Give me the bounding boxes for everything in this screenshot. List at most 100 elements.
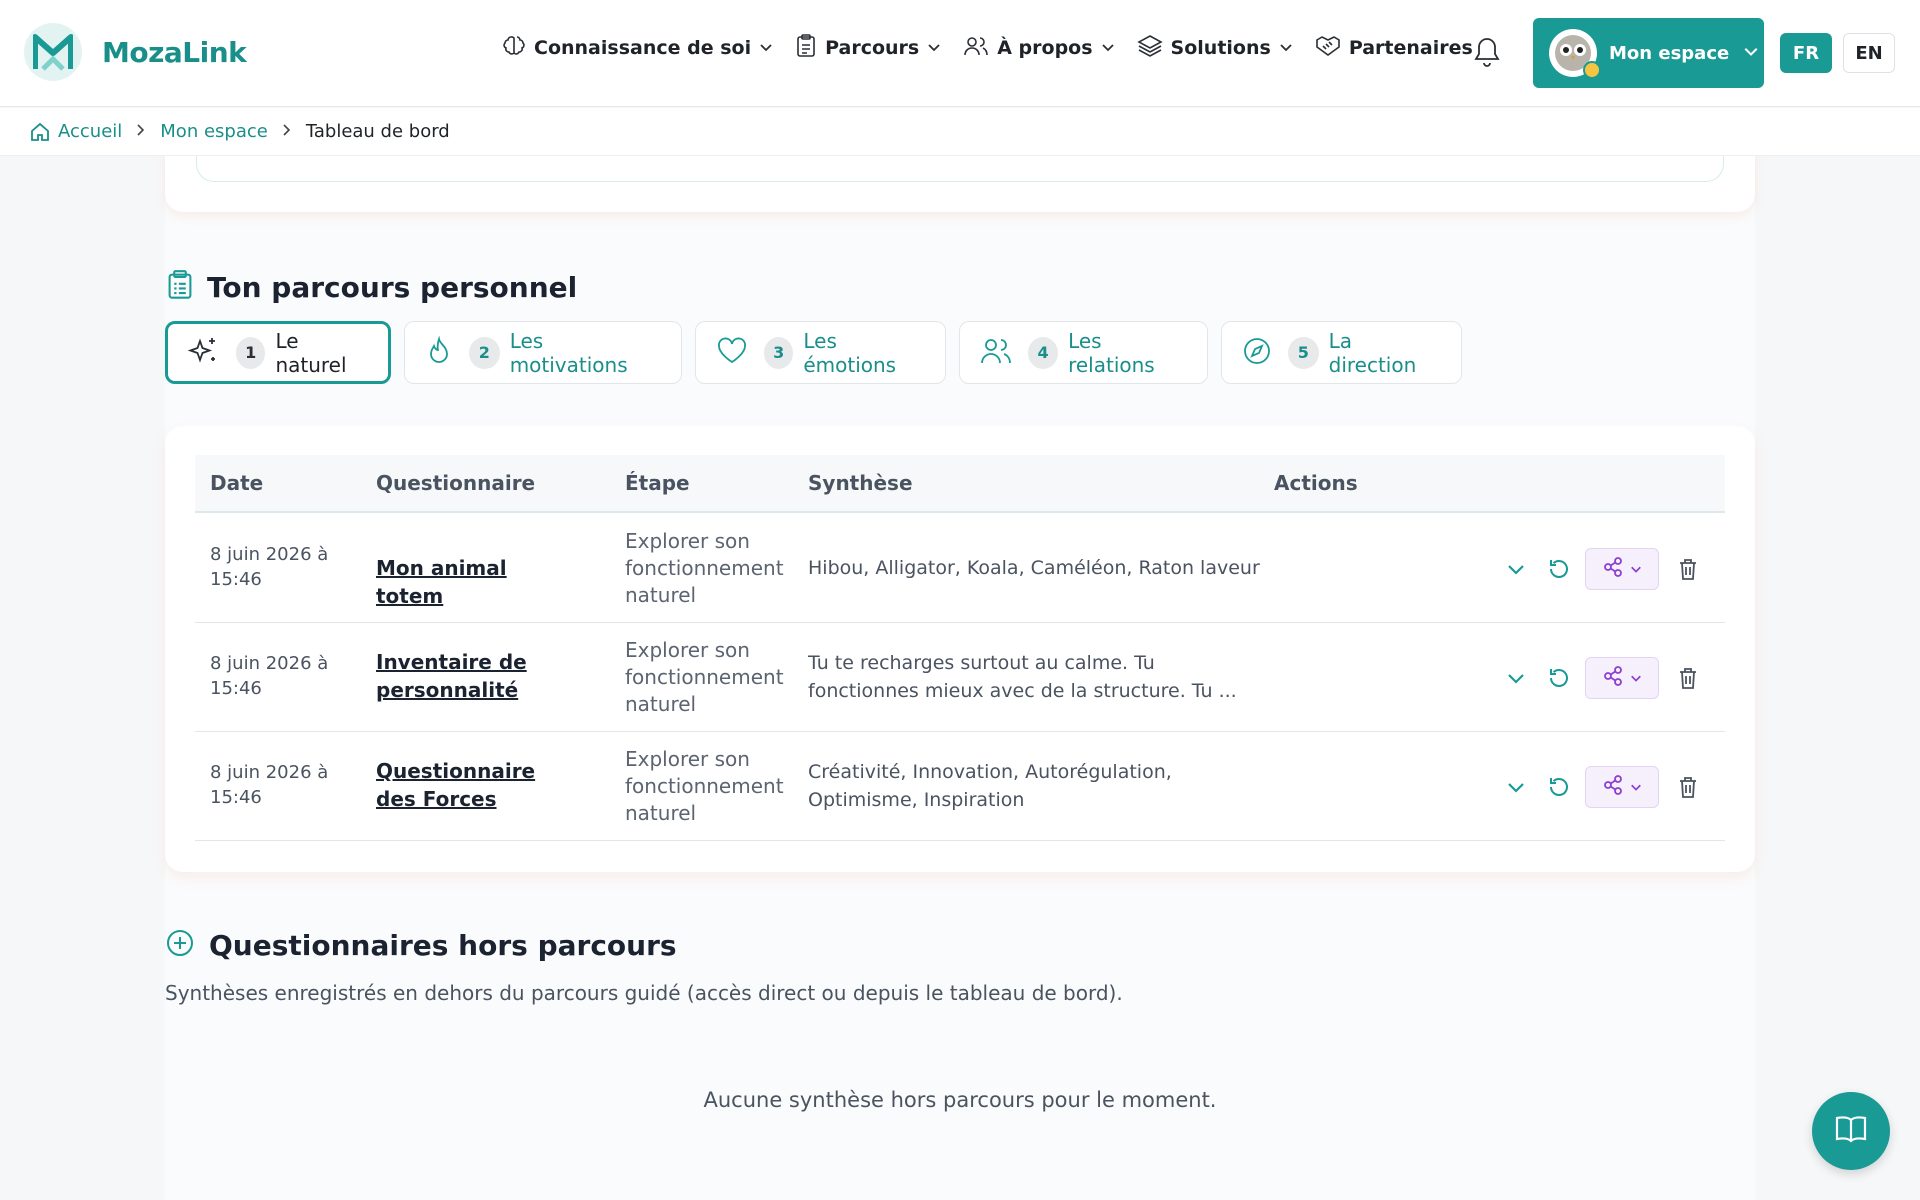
brand-logo[interactable]: MozaLink: [24, 23, 247, 81]
handshake-icon: [1315, 34, 1341, 62]
retake-icon[interactable]: [1547, 666, 1571, 690]
journey-section-title: Ton parcours personnel: [167, 270, 577, 304]
nav-connaissance-de-soi[interactable]: Connaissance de soi: [502, 34, 773, 62]
book-open-icon: [1834, 1114, 1868, 1148]
layers-icon: [1136, 34, 1163, 62]
tab-la-direction[interactable]: 5 La direction: [1221, 321, 1462, 384]
column-header-questionnaire: Questionnaire: [376, 471, 536, 495]
breadcrumb-current: Tableau de bord: [305, 121, 450, 142]
row-date: 8 juin 2026 à 15:46: [210, 653, 329, 699]
expand-chevron-icon[interactable]: [1505, 776, 1527, 798]
nav-label: Connaissance de soi: [534, 37, 752, 59]
expand-chevron-icon[interactable]: [1505, 667, 1527, 689]
top-header: MozaLink Connaissance de soi Parcours À …: [0, 0, 1920, 107]
tab-label: Les émotions: [803, 328, 897, 377]
chevron-down-icon: [1101, 39, 1115, 58]
breadcrumb-home-link[interactable]: Accueil: [58, 121, 122, 142]
trash-icon[interactable]: [1677, 775, 1699, 799]
nav-label: Parcours: [825, 37, 920, 59]
retake-icon[interactable]: [1547, 557, 1571, 581]
nav-label: À propos: [997, 37, 1093, 59]
share-menu-button[interactable]: [1585, 548, 1659, 590]
nav-a-propos[interactable]: À propos: [963, 34, 1114, 62]
tab-label: La direction: [1328, 328, 1417, 377]
share-icon: [1602, 556, 1624, 582]
empty-state-message: Aucune synthèse hors parcours pour le mo…: [703, 1088, 1217, 1112]
breadcrumb-space-link[interactable]: Mon espace: [160, 121, 268, 142]
outside-section-title: Questionnaires hors parcours: [165, 928, 677, 962]
premium-badge-icon: [1583, 61, 1601, 79]
brain-icon: [502, 34, 526, 62]
plus-circle-icon: [165, 928, 195, 962]
table-row: 8 juin 2026 à 15:46 Questionnaire des Fo…: [195, 732, 1725, 841]
tab-les-emotions[interactable]: 3 Les émotions: [695, 321, 946, 384]
trash-icon[interactable]: [1677, 666, 1699, 690]
row-step: Explorer son fonctionnement naturel: [625, 747, 784, 825]
row-date: 8 juin 2026 à 15:46: [210, 544, 329, 590]
heart-icon: [716, 337, 748, 369]
logo-icon: [24, 23, 82, 81]
avatar: [1549, 29, 1601, 79]
tab-le-naturel[interactable]: 1 Le naturel: [165, 321, 391, 384]
chevron-down-icon: [759, 39, 773, 58]
tab-label: Les motivations: [509, 328, 628, 377]
tab-number: 2: [469, 336, 500, 369]
chevron-right-icon: [136, 122, 146, 141]
column-header-date: Date: [210, 471, 264, 495]
tab-number: 4: [1028, 336, 1059, 369]
nav-solutions[interactable]: Solutions: [1136, 34, 1293, 62]
compass-icon: [1242, 336, 1272, 370]
clipboard-icon: [795, 34, 817, 62]
chevron-down-icon: [1743, 43, 1759, 63]
row-synthesis: Tu te recharges surtout au calme. Tu fon…: [808, 652, 1237, 702]
table-row: 8 juin 2026 à 15:46 Mon animal totem Exp…: [195, 514, 1725, 623]
main-nav: Connaissance de soi Parcours À propos So…: [502, 34, 1495, 62]
tab-number: 1: [236, 336, 266, 369]
tab-number: 5: [1288, 336, 1319, 369]
tab-les-relations[interactable]: 4 Les relations: [959, 321, 1208, 384]
row-actions: [1505, 766, 1699, 808]
chevron-down-icon: [1630, 781, 1642, 793]
row-questionnaire-link[interactable]: Questionnaire des Forces: [376, 757, 576, 813]
row-date: 8 juin 2026 à 15:46: [210, 762, 329, 808]
row-synthesis: Hibou, Alligator, Koala, Caméléon, Raton…: [808, 557, 1260, 579]
nav-label: Solutions: [1170, 37, 1271, 59]
tab-number: 3: [764, 336, 794, 369]
table-header: Date Questionnaire Étape Synthèse Action…: [195, 455, 1725, 513]
chevron-down-icon: [1630, 672, 1642, 684]
chevron-down-icon: [1630, 563, 1642, 575]
home-icon[interactable]: [30, 122, 50, 142]
row-synthesis: Créativité, Innovation, Autorégulation, …: [808, 761, 1172, 811]
tab-label: Les relations: [1068, 328, 1155, 377]
share-icon: [1602, 665, 1624, 691]
account-menu-button[interactable]: Mon espace: [1533, 18, 1764, 88]
guide-book-button[interactable]: [1812, 1092, 1890, 1170]
sparkles-icon: [187, 335, 220, 371]
chevron-down-icon: [927, 39, 941, 58]
account-label: Mon espace: [1609, 42, 1730, 64]
retake-icon[interactable]: [1547, 775, 1571, 799]
lang-en-button[interactable]: EN: [1843, 33, 1895, 73]
row-actions: [1505, 657, 1699, 699]
tab-les-motivations[interactable]: 2 Les motivations: [404, 321, 682, 384]
chevron-down-icon: [1279, 39, 1293, 58]
trash-icon[interactable]: [1677, 557, 1699, 581]
nav-partenaires[interactable]: Partenaires: [1315, 34, 1473, 62]
share-icon: [1602, 774, 1624, 800]
nav-parcours[interactable]: Parcours: [795, 34, 941, 62]
lang-fr-button[interactable]: FR: [1780, 33, 1832, 73]
table-row: 8 juin 2026 à 15:46 Inventaire de person…: [195, 623, 1725, 732]
row-actions: [1505, 548, 1699, 590]
share-menu-button[interactable]: [1585, 766, 1659, 808]
row-step: Explorer son fonctionnement naturel: [625, 529, 784, 607]
share-menu-button[interactable]: [1585, 657, 1659, 699]
journey-tabs: 1 Le naturel 2 Les motivations 3 Les émo…: [165, 321, 1475, 384]
column-header-synthesis: Synthèse: [808, 471, 913, 495]
expand-chevron-icon[interactable]: [1505, 558, 1527, 580]
column-header-step: Étape: [625, 471, 690, 495]
row-questionnaire-link[interactable]: Mon animal totem: [376, 554, 576, 610]
nav-label: Partenaires: [1348, 37, 1473, 59]
outside-title: Questionnaires hors parcours: [209, 928, 677, 962]
notifications-bell-icon[interactable]: [1472, 36, 1502, 72]
row-questionnaire-link[interactable]: Inventaire de personnalité: [376, 648, 576, 704]
